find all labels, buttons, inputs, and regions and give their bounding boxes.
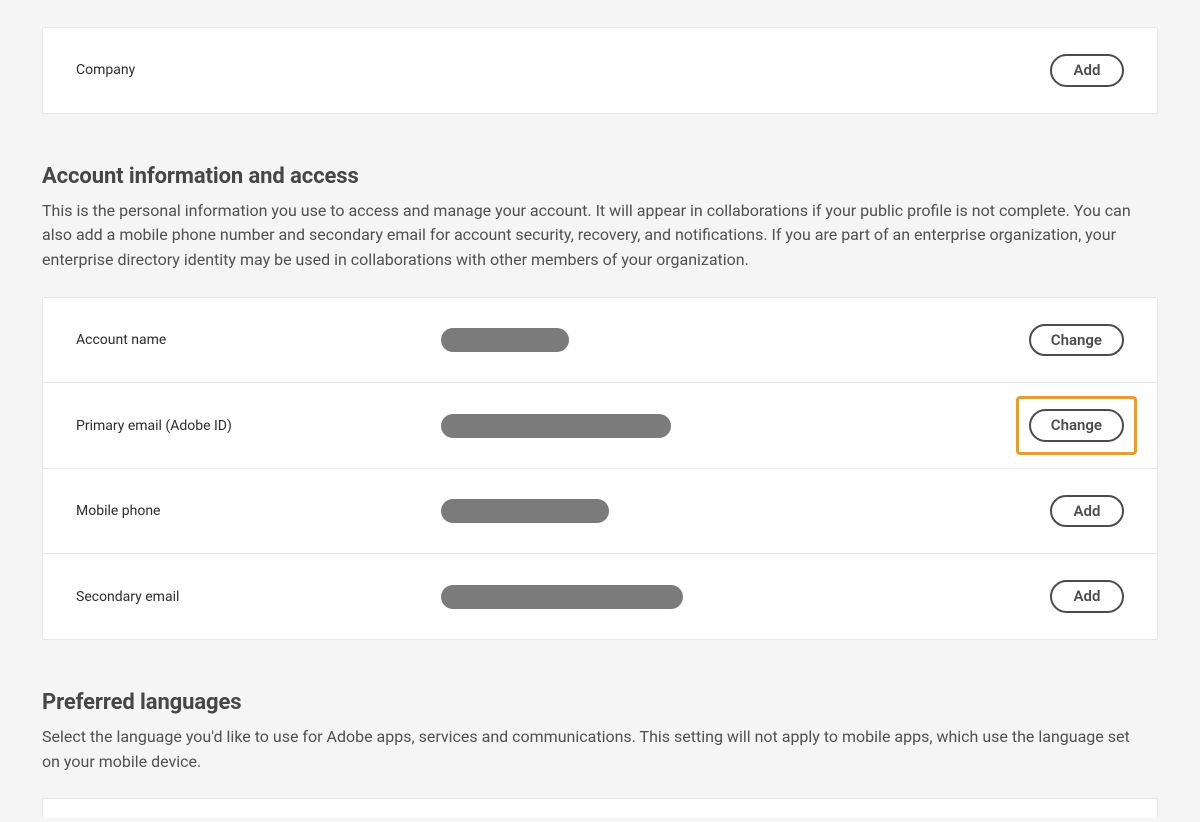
secondary-email-value [441, 585, 1050, 609]
redacted-value [441, 499, 609, 523]
primary-email-value [441, 414, 1016, 438]
preferred-languages-card [42, 798, 1158, 818]
primary-email-change-button[interactable]: Change [1029, 409, 1124, 442]
redacted-value [441, 328, 569, 352]
account-name-value [441, 328, 1029, 352]
secondary-email-row: Secondary email Add [43, 553, 1157, 639]
primary-email-label: Primary email (Adobe ID) [76, 418, 441, 434]
preferred-languages-description: Select the language you'd like to use fo… [42, 725, 1142, 775]
secondary-email-label: Secondary email [76, 589, 441, 605]
primary-email-row: Primary email (Adobe ID) Change [43, 382, 1157, 468]
preferred-languages-title: Preferred languages [42, 690, 1158, 715]
mobile-phone-add-button[interactable]: Add [1050, 495, 1124, 528]
redacted-value [441, 414, 671, 438]
account-info-description: This is the personal information you use… [42, 199, 1142, 273]
secondary-email-add-button[interactable]: Add [1050, 580, 1124, 613]
company-label: Company [76, 62, 441, 78]
primary-email-highlight: Change [1016, 396, 1137, 455]
account-name-change-button[interactable]: Change [1029, 324, 1124, 357]
account-name-row: Account name Change [43, 298, 1157, 383]
mobile-phone-label: Mobile phone [76, 503, 441, 519]
mobile-phone-row: Mobile phone Add [43, 468, 1157, 554]
company-row: Company Add [43, 28, 1157, 113]
account-info-title: Account information and access [42, 164, 1158, 189]
mobile-phone-value [441, 499, 1050, 523]
account-info-card: Account name Change Primary email (Adobe… [42, 297, 1158, 640]
account-name-label: Account name [76, 332, 441, 348]
company-card: Company Add [42, 27, 1158, 114]
company-add-button[interactable]: Add [1050, 54, 1124, 87]
redacted-value [441, 585, 683, 609]
